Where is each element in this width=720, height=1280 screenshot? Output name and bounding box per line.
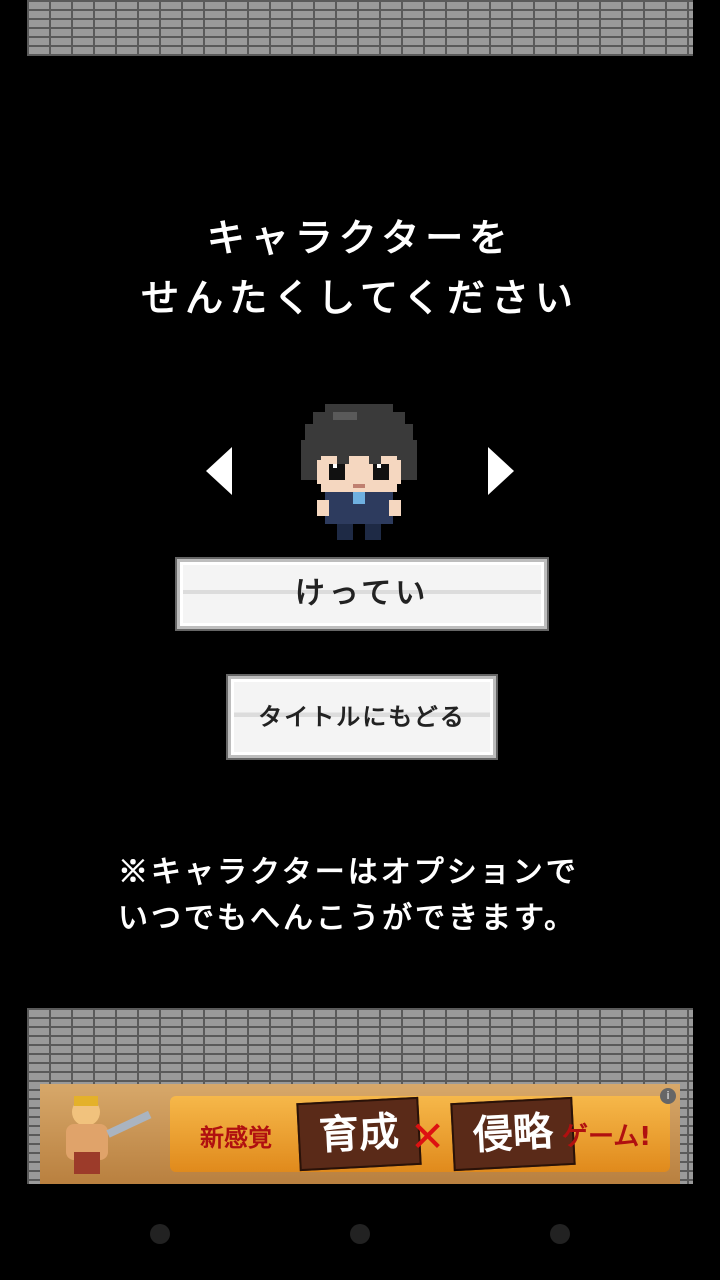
ad-text-game: ゲーム! [562, 1122, 652, 1152]
info-icon[interactable]: i [660, 1088, 676, 1104]
title-line-2: せんたくしてください [141, 276, 579, 320]
back-to-title-button[interactable]: タイトルにもどる [228, 676, 496, 758]
ad-text-new: 新感覚 [200, 1124, 272, 1152]
triangle-left-icon[interactable] [206, 447, 232, 495]
nav-dot-recent[interactable] [550, 1224, 570, 1244]
ad-box-invade: 侵略 [450, 1096, 576, 1172]
note-line-1: ※キャラクターはオプションで [118, 855, 579, 890]
nav-dot-back[interactable] [150, 1224, 170, 1244]
warrior-icon [66, 1096, 152, 1174]
note-line-2: いつでもへんこうができます。 [118, 901, 577, 936]
character-sprite [301, 404, 417, 540]
option-note: ※キャラクターはオプションで いつでもへんこうができます。 [118, 850, 638, 942]
page-title: キャラクターを せんたくしてください [0, 208, 720, 328]
ad-banner[interactable]: 新感覚 育成 ✕ 侵略 ゲーム! i [40, 1084, 680, 1184]
ad-box-raise: 育成 [296, 1096, 422, 1172]
brick-wall-top [27, 0, 693, 56]
decide-button[interactable]: けってい [177, 559, 547, 629]
nav-dot-home[interactable] [350, 1224, 370, 1244]
title-line-1: キャラクターを [206, 216, 514, 260]
triangle-right-icon[interactable] [488, 447, 514, 495]
ad-cross: ✕ [410, 1112, 446, 1161]
